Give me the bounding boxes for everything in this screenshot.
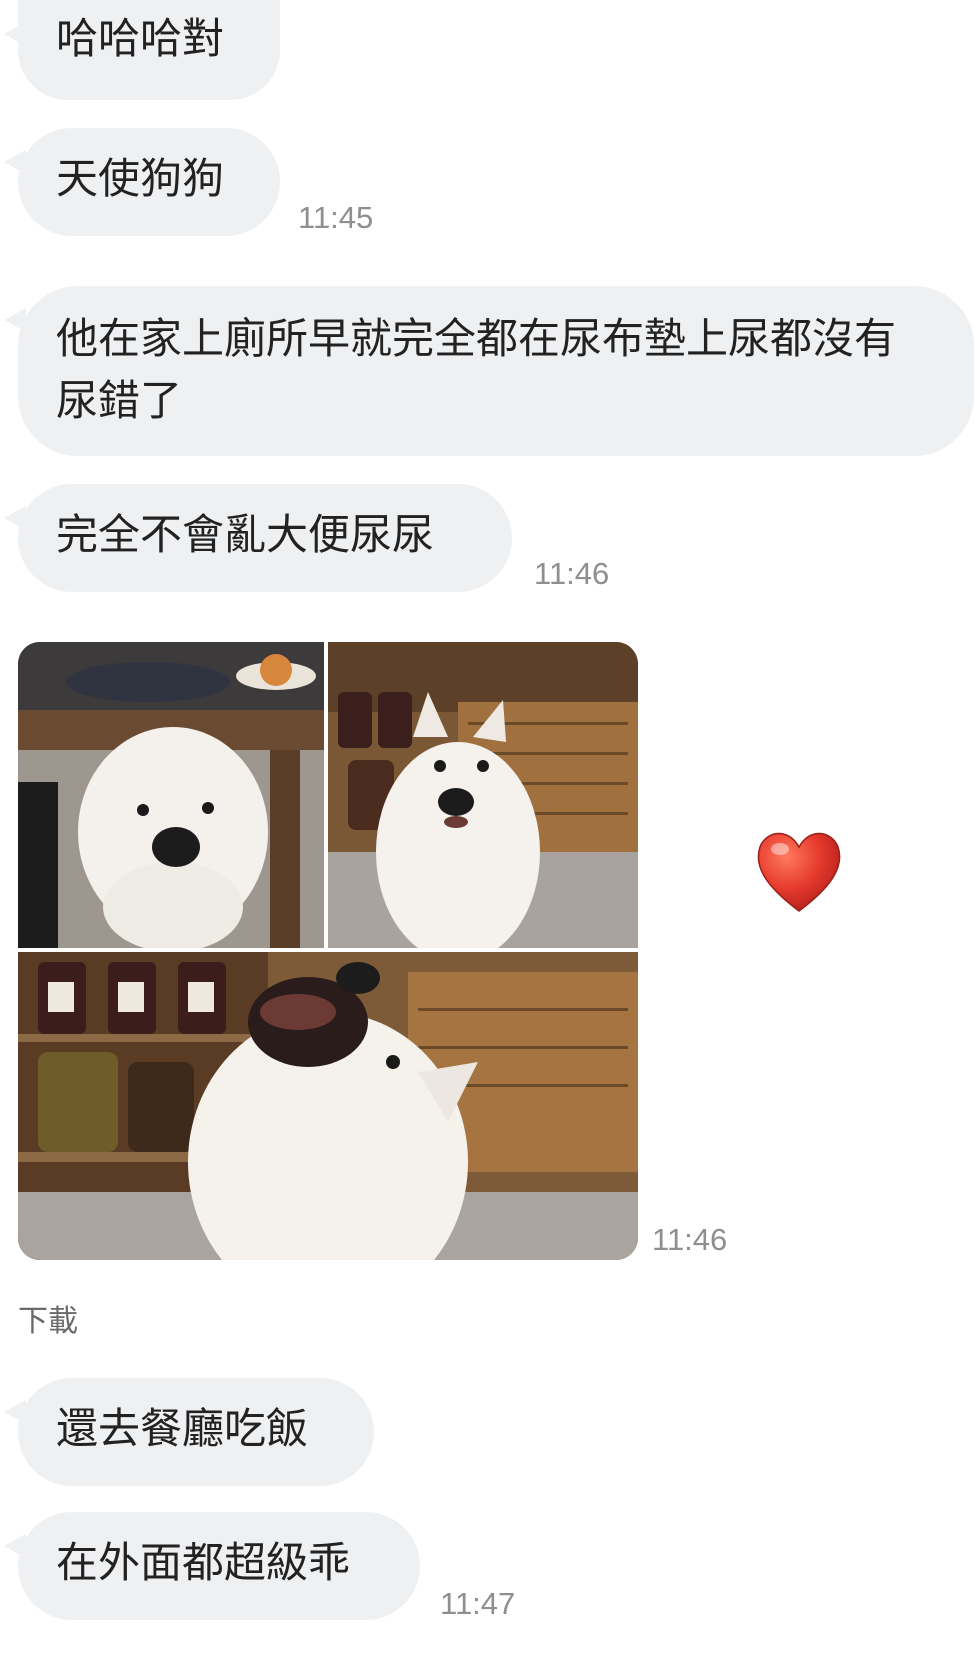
photo-collage[interactable] — [18, 642, 638, 1260]
message-timestamp: 11:47 — [440, 1586, 516, 1621]
message-bubble[interactable]: 哈哈哈對 — [4, 0, 280, 100]
message-bubble[interactable]: 完全不會亂大便尿尿 — [4, 484, 512, 592]
message-text: 還去餐廳吃飯 — [56, 1404, 309, 1453]
message-text: 天使狗狗 — [56, 154, 225, 203]
dog-photo-1[interactable] — [18, 642, 324, 948]
message-bubble[interactable]: 天使狗狗 — [4, 128, 280, 236]
message-bubble[interactable]: 還去餐廳吃飯 — [4, 1378, 374, 1486]
message-bubble[interactable]: 他在家上廁所早就完全都在尿布墊上尿都沒有尿錯了 — [4, 286, 974, 456]
message-bubble[interactable]: 在外面都超級乖 — [4, 1512, 420, 1620]
message-text: 哈哈哈對 — [56, 14, 225, 63]
message-timestamp: 11:46 — [534, 556, 610, 591]
message-text: 完全不會亂大便尿尿 — [56, 510, 435, 559]
message-text: 在外面都超級乖 — [56, 1538, 351, 1587]
message-timestamp: 11:46 — [652, 1222, 728, 1257]
dog-photo-3[interactable] — [18, 952, 638, 1260]
message-timestamp: 11:45 — [298, 200, 374, 235]
download-link[interactable]: 下載 — [18, 1296, 78, 1340]
dog-photo-2[interactable] — [328, 642, 638, 948]
heart-icon[interactable] — [752, 825, 846, 917]
message-text: 他在家上廁所早就完全都在尿布墊上尿都沒有尿錯了 — [56, 314, 897, 425]
